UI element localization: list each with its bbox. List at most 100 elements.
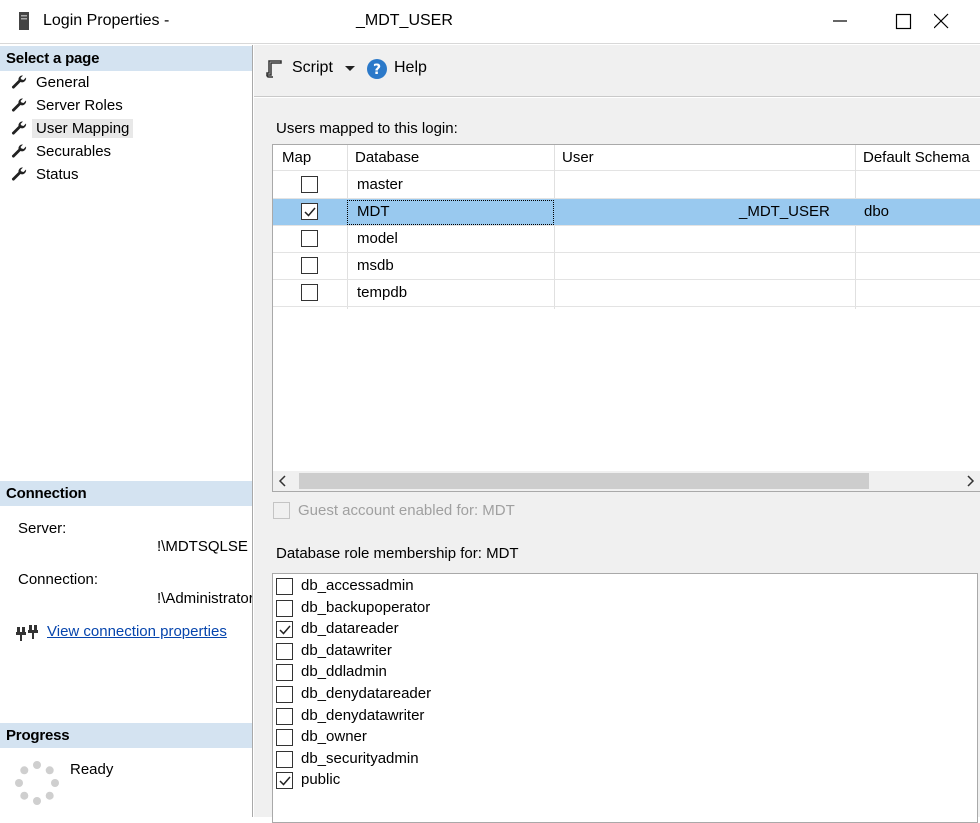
page-item-label: Securables: [36, 143, 112, 160]
window-title-login: _MDT_USER: [356, 12, 453, 29]
help-button[interactable]: Help: [394, 59, 427, 77]
role-name: db_securityadmin: [301, 749, 419, 767]
close-button[interactable]: [933, 0, 980, 44]
wrench-icon: [11, 167, 27, 181]
page-item-securables[interactable]: Securables: [0, 140, 252, 163]
toolbar: Script ? Help: [254, 45, 980, 97]
page-item-label: User Mapping: [32, 119, 134, 138]
page-item-user-mapping[interactable]: User Mapping: [0, 117, 252, 140]
column-header-map[interactable]: Map: [282, 149, 311, 166]
map-checkbox[interactable]: [301, 203, 318, 220]
server-label: Server:: [18, 520, 67, 537]
role-item[interactable]: db_securityadmin: [276, 748, 419, 769]
role-checkbox[interactable]: [276, 772, 293, 790]
map-checkbox[interactable]: [301, 176, 318, 193]
progress-status: Ready: [70, 761, 114, 778]
role-checkbox[interactable]: [276, 750, 293, 768]
map-checkbox[interactable]: [301, 230, 318, 247]
table-row[interactable]: master: [273, 172, 980, 199]
table-row[interactable]: model: [273, 226, 980, 253]
role-item[interactable]: db_datawriter: [276, 640, 392, 661]
scrollbar-thumb[interactable]: [299, 473, 869, 489]
plug-icon: [16, 625, 38, 641]
minimize-button[interactable]: [818, 0, 864, 44]
page-list: General Server Roles User Mapping Securable…: [0, 71, 252, 186]
page-item-status[interactable]: Status: [0, 163, 252, 186]
role-checkbox[interactable]: [276, 664, 293, 682]
database-cell: master: [357, 176, 403, 193]
title-bar: Login Properties - _MDT_USER: [0, 0, 980, 44]
role-item[interactable]: db_backupoperator: [276, 597, 430, 618]
script-button[interactable]: Script: [292, 59, 333, 77]
right-pane: Script ? Help Users mapped to this login…: [254, 45, 980, 823]
default-schema-cell[interactable]: dbo: [864, 203, 889, 220]
map-checkbox[interactable]: [301, 257, 318, 274]
database-cell: MDT: [357, 203, 390, 220]
role-membership-list: db_accessadmin db_backupoperator db_datare…: [272, 573, 978, 823]
column-header-default-schema[interactable]: Default Schema: [863, 149, 970, 166]
role-item[interactable]: db_ddladmin: [276, 661, 387, 682]
role-item[interactable]: db_accessadmin: [276, 575, 414, 596]
page-item-label: Status: [36, 166, 79, 183]
role-checkbox[interactable]: [276, 642, 293, 660]
table-row[interactable]: MDT _MDT_USER dbo: [273, 199, 980, 226]
svg-text:?: ?: [373, 62, 381, 78]
role-name: db_accessadmin: [301, 577, 414, 594]
column-header-database[interactable]: Database: [355, 149, 419, 166]
grid-header: Map Database User Default Schema: [273, 145, 980, 171]
table-row[interactable]: msdb: [273, 253, 980, 280]
role-name: db_datawriter: [301, 641, 392, 659]
page-item-server-roles[interactable]: Server Roles: [0, 94, 252, 117]
horizontal-scrollbar[interactable]: [273, 471, 980, 491]
help-icon: ?: [367, 59, 387, 79]
role-checkbox[interactable]: [276, 599, 293, 617]
checkmark-icon: [279, 625, 291, 635]
database-cell: msdb: [357, 257, 394, 274]
users-mapped-label: Users mapped to this login:: [276, 120, 458, 137]
script-icon: [266, 60, 282, 78]
view-connection-properties-link[interactable]: View connection properties: [47, 623, 227, 640]
maximize-button[interactable]: [880, 0, 926, 44]
role-item[interactable]: db_denydatawriter: [276, 705, 424, 726]
connection-label: Connection:: [18, 571, 99, 588]
role-name: db_datareader: [301, 620, 399, 638]
wrench-icon: [11, 121, 27, 135]
role-checkbox[interactable]: [276, 686, 293, 703]
server-value: !\MDTSQLSE: [157, 538, 248, 555]
role-name: db_denydatareader: [301, 685, 432, 702]
column-header-user[interactable]: User: [562, 149, 594, 166]
table-row[interactable]: tempdb: [273, 280, 980, 307]
role-checkbox[interactable]: [276, 707, 293, 725]
dropdown-arrow-icon[interactable]: [344, 65, 356, 73]
page-item-label: Server Roles: [36, 97, 123, 114]
role-checkbox[interactable]: [276, 729, 293, 747]
role-checkbox[interactable]: [276, 578, 293, 595]
progress-header: Progress: [0, 723, 252, 748]
checkmark-icon: [304, 207, 316, 217]
guest-account-checkbox[interactable]: [273, 502, 290, 519]
role-item[interactable]: db_denydatareader: [276, 683, 431, 704]
progress-spinner-icon: [15, 761, 59, 805]
scroll-left-icon[interactable]: [277, 475, 287, 487]
map-checkbox[interactable]: [301, 284, 318, 301]
page-item-label: General: [36, 74, 90, 91]
user-mapping-grid: Map Database User Default Schema master M…: [272, 144, 980, 492]
guest-account-label: Guest account enabled for: MDT: [298, 502, 515, 519]
database-cell: tempdb: [357, 284, 408, 301]
user-cell[interactable]: _MDT_USER: [739, 203, 830, 220]
scroll-right-icon[interactable]: [966, 475, 976, 487]
wrench-icon: [11, 144, 27, 158]
wrench-icon: [11, 75, 27, 89]
window-title: Login Properties -: [43, 12, 170, 29]
database-cell: model: [357, 230, 398, 247]
role-checkbox[interactable]: [276, 621, 293, 639]
page-item-general[interactable]: General: [0, 71, 252, 94]
connection-value: !\Administrator: [157, 590, 252, 607]
wrench-icon: [11, 98, 27, 112]
server-icon: [19, 12, 29, 30]
role-item[interactable]: public: [276, 769, 340, 790]
role-name: db_ddladmin: [301, 663, 387, 681]
role-item[interactable]: db_owner: [276, 726, 367, 747]
user-mapping-panel: Users mapped to this login: Map Database…: [254, 98, 980, 823]
role-item[interactable]: db_datareader: [276, 618, 399, 639]
